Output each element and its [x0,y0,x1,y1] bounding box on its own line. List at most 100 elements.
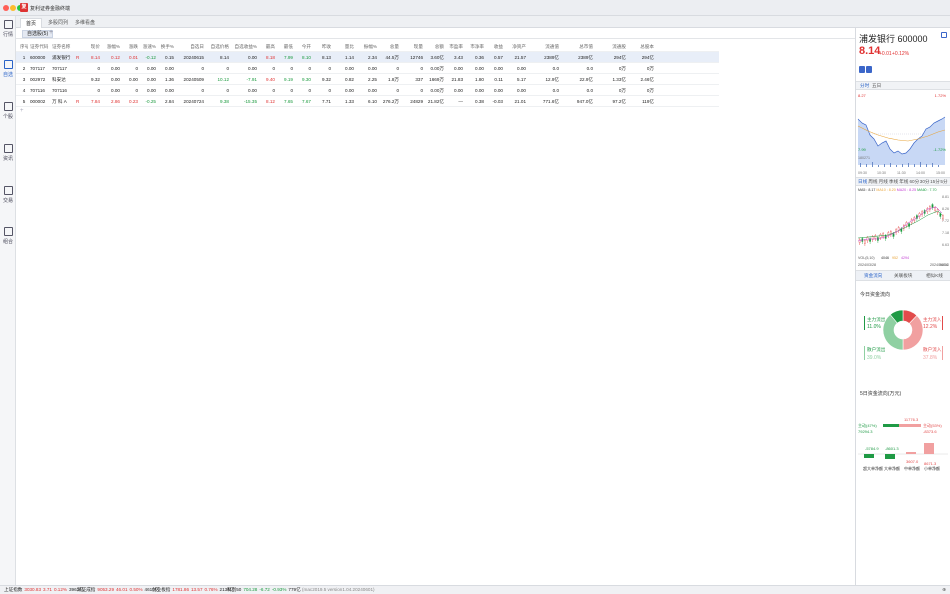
vol-legend-label: VOL(5,10) [858,256,875,260]
tab-multi-view[interactable]: 多维看盘 [70,18,100,28]
app-logo-icon: 复 [20,3,28,12]
table-row[interactable]: 3 002972 科安达 9.32 0.00 0.00 0.00 1.36 20240509 10… [16,74,719,85]
table-cell: 97.2亿 [612,99,626,104]
table-cell: -7.91 [246,77,257,82]
vol-legend-value: 4294 [901,256,909,260]
table-cell: 0.36 [475,55,484,60]
tab-related-sectors[interactable]: 关联板块 [894,273,912,279]
index-quote[interactable]: 创业板指 1781.86 13.57 0.76% 2136亿 [152,587,236,593]
table-cell: — [458,99,463,104]
tab-multi-stock[interactable]: 多股同列 [43,18,73,28]
tab-intraday[interactable]: 分时 [860,83,869,89]
sidebar-item-trade[interactable]: 交易 [0,186,16,210]
table-cell: 0 [272,88,275,93]
table-row[interactable]: 2 707117 707117 0 0.00 0 0.00 0.00 0 0 0.00 0 0 0 0 0.0… [16,63,719,74]
table-cell: 2 [22,66,26,71]
column-header: 现量 [413,44,423,49]
expand-icon[interactable] [941,32,947,38]
sidebar-item-news[interactable]: 资讯 [0,144,16,168]
intraday-chart[interactable]: 8.27 7.99 1.72% -1.72% 180271 09:30 10:3… [856,91,950,177]
table-cell: 9.40 [266,77,275,82]
sidebar-item-market[interactable]: 行情 [0,20,16,44]
table-cell: 002972 [30,77,46,82]
table-cell: 9.38 [220,99,229,104]
main-in-value: 79294.3 [858,429,873,434]
table-cell: 12.9亿 [545,77,559,82]
kline-price-tick: 7.18 [942,231,949,235]
table-cell: 0 [135,88,138,93]
portfolio-icon [3,227,13,236]
index-quote[interactable]: 科创50 704.28 -6.72 -0.93% 779亿 [227,587,303,593]
tab-period[interactable]: 60分 [910,179,920,185]
buy-button[interactable] [859,66,865,73]
candle [882,233,884,237]
table-cell: 0 [396,88,399,93]
tab-fund-flow[interactable]: 资金流向 [864,273,882,279]
sell-button[interactable] [866,66,872,73]
tab-similar-kline[interactable]: 相似K线 [926,273,943,279]
main-out-value: -8373.6 [923,429,937,434]
add-list-button[interactable]: + [49,29,53,36]
table-cell: -0.25 [145,99,156,104]
table-cell: 0万 [618,88,626,93]
add-stock-button[interactable]: + [20,108,24,114]
index-quote[interactable]: 上证指数 3030.83 3.71 0.12% 3963亿 [4,587,86,593]
top-value: 11776.3 [904,417,919,422]
chart-icon [3,20,13,29]
main-out-value: 11.0% [867,324,881,330]
table-cell: 947.0亿 [576,99,593,104]
sidebar-label: 组合 [2,239,13,245]
table-cell: 9.32 [322,77,331,82]
table-cell: 6.10 [368,99,377,104]
close-window-button[interactable] [3,5,9,11]
table-cell: 294亿 [613,55,626,60]
table-row[interactable]: 4 707116 707116 0 0.00 0 0.00 0.00 0 0 0.00 0 0 0 0 0.0… [16,85,719,96]
table-cell: 0 [328,66,331,71]
table-cell: 3 [22,77,26,82]
table-cell: 707117 [30,66,45,71]
tab-period[interactable]: 5分 [940,179,947,185]
tab-period[interactable]: 周线 [868,179,877,185]
tab-period[interactable]: 30分 [920,179,930,185]
sidebar-item-portfolio[interactable]: 组合 [0,227,16,251]
table-cell: 0.00 [111,77,120,82]
table-cell: 0.00万 [430,66,444,71]
table-cell: 1669万 [429,77,444,82]
table-cell: R [76,55,80,60]
bar-label: 大单净额 [884,465,900,471]
table-row[interactable]: 1 600000 浦发银行 R 8.14 0.12 0.01 -0.12 0.15 2024061… [16,52,719,63]
time-label: 15:00 [936,171,945,175]
kline-chart[interactable]: 8.81 8.26 7.72 7.18 6.63 VOL(5,10) 4046 … [856,193,950,268]
tab-period[interactable]: 季线 [889,179,898,185]
column-header: 自选日 [190,44,204,49]
tab-period[interactable]: 月线 [879,179,888,185]
tab-period[interactable]: 年线 [899,179,908,185]
index-quote[interactable]: 深证成指 9053.29 46.01 0.50% 4619亿 [77,587,161,593]
fund-flow-donut [882,309,924,351]
table-row[interactable]: 5 000002 万 科 A R 7.84 2.86 0.23 -0.25 2.84 202407… [16,96,719,107]
table-cell: 4 [22,88,26,93]
table-cell: 707116 [52,88,67,93]
table-cell: 0.00 [494,88,503,93]
tab-five-day[interactable]: 五日 [872,83,881,89]
table-cell: 8.12 [266,99,275,104]
table-cell: 5 [22,99,26,104]
status-page[interactable]: ⊕ [942,587,946,593]
sidebar-item-stock[interactable]: 个股 [0,102,16,126]
tab-period[interactable]: 日线 [858,179,867,185]
bar-label: 中单净额 [904,465,920,471]
tab-home[interactable]: 首页 [20,18,43,28]
minimize-window-button[interactable] [10,5,16,11]
table-cell: 0 [226,88,229,93]
stock-change-pct: +0.12% [892,51,910,57]
table-cell: 0.00万 [430,88,444,93]
column-header: 自选价格 [210,44,229,49]
sidebar-item-watchlist[interactable]: 自选 [0,60,16,84]
bar-label: 超大单净额 [863,465,883,471]
column-header: 流通值 [545,44,559,49]
table-cell: 0.00 [454,66,463,71]
table-cell: 44.5万 [385,55,399,60]
tab-period[interactable]: 15分 [930,179,940,185]
column-header: 涨幅% [106,44,120,49]
table-cell: 0 [308,66,311,71]
